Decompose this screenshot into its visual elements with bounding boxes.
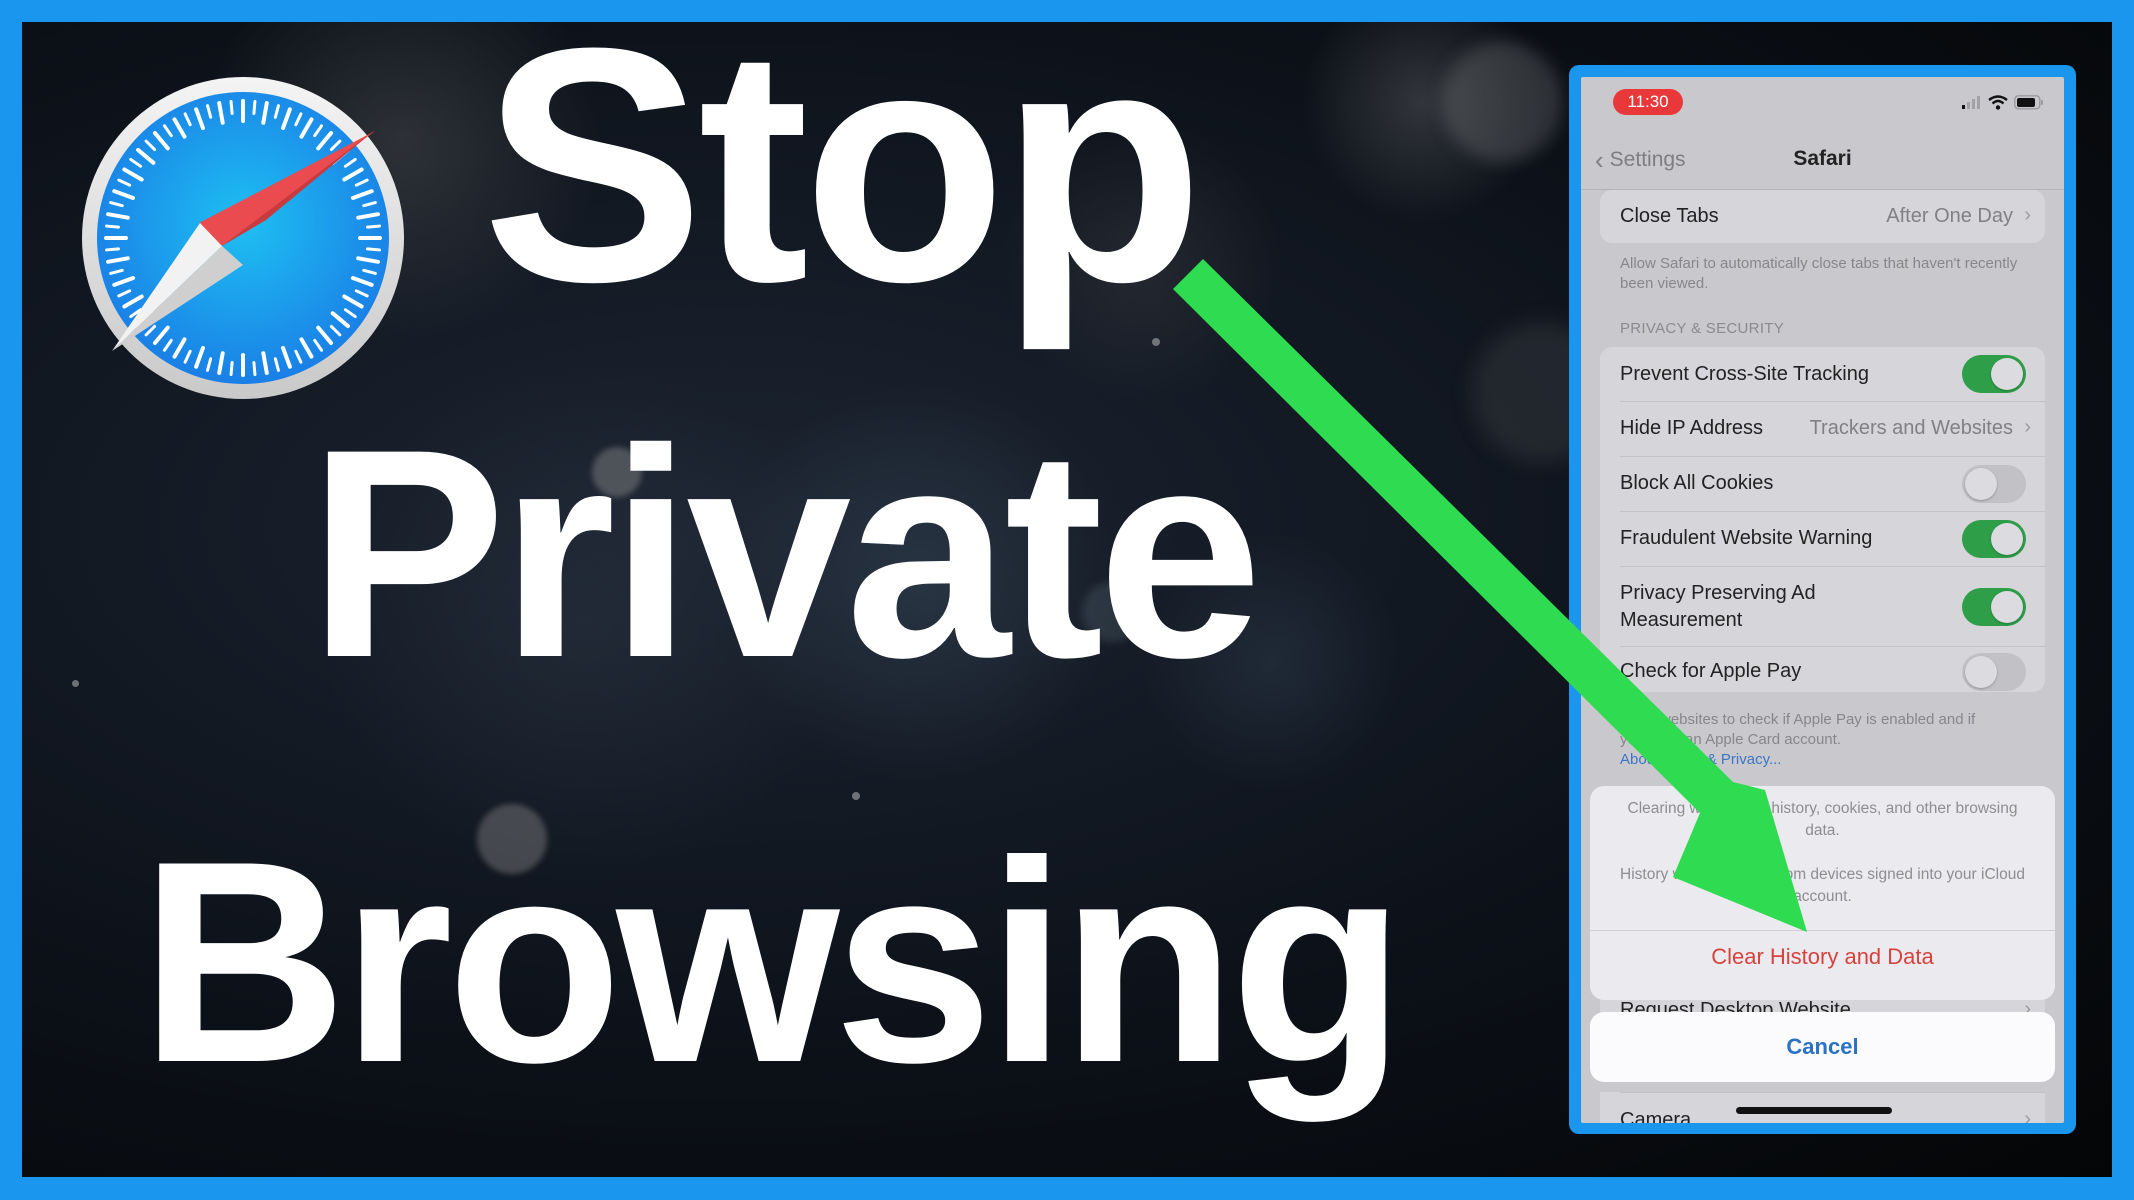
settings-row-ad-measurement[interactable]: Privacy Preserving Ad Measurement — [1600, 567, 2045, 646]
footer-line: Allow websites to check if Apple Pay is … — [1620, 711, 1976, 728]
row-label: Prevent Cross-Site Tracking — [1620, 363, 1869, 385]
settings-row-fraud-warning[interactable]: Fraudulent Website Warning — [1600, 512, 2045, 566]
toggle-prevent-tracking[interactable] — [1962, 355, 2026, 393]
row-label: Hide IP Address — [1620, 417, 1764, 439]
row-label: Fraudulent Website Warning — [1620, 527, 1873, 549]
compass-tick — [105, 247, 120, 252]
privacy-card: Prevent Cross-Site Tracking Hide IP Addr… — [1600, 347, 2045, 692]
cellular-signal-icon — [1962, 96, 1980, 109]
compass-tick — [252, 361, 257, 376]
toggle-block-cookies[interactable] — [1962, 465, 2026, 503]
footer-line: you have an Apple Card account. — [1620, 731, 1841, 748]
clear-history-button[interactable]: Clear History and Data — [1590, 944, 2055, 970]
clear-history-action-sheet: Clearing will remove history, cookies, a… — [1590, 786, 2055, 1000]
compass-tick — [366, 247, 381, 252]
safari-settings-screen: 11:30 ‹ Settings Safari Close Tabs After… — [1581, 77, 2064, 1123]
close-tabs-footer: Allow Safari to automatically close tabs… — [1620, 255, 2018, 292]
compass-tick — [229, 361, 234, 376]
page-title: Safari — [1793, 147, 1852, 170]
section-header-privacy: PRIVACY & SECURITY — [1620, 320, 1785, 337]
toggle-apple-pay[interactable] — [1962, 653, 2026, 691]
close-tabs-row[interactable]: Close Tabs After One Day › — [1600, 190, 2045, 243]
close-tabs-label: Close Tabs — [1620, 205, 1719, 227]
row-label: Camera — [1620, 1109, 1692, 1123]
compass-tick — [105, 224, 120, 229]
row-label: Block All Cookies — [1620, 472, 1774, 494]
sheet-message-2: History will be cleared from devices sig… — [1620, 866, 2025, 905]
compass-tick — [366, 224, 381, 229]
compass-tick — [252, 100, 257, 115]
wifi-icon — [1988, 94, 2008, 110]
sheet-message-1: Clearing will remove history, cookies, a… — [1627, 800, 2018, 839]
chevron-right-icon: › — [2024, 416, 2031, 438]
row-label: Privacy Preserving Ad Measurement — [1620, 582, 1816, 631]
chevron-right-icon: › — [2024, 204, 2031, 226]
bokeh-light — [1442, 42, 1562, 162]
headline-line-2: Private — [308, 387, 1263, 719]
chevron-right-icon: › — [2024, 1108, 2031, 1123]
safari-compass-icon — [82, 77, 404, 399]
home-indicator — [1736, 1107, 1892, 1114]
headline-line-1: Stop — [482, 0, 1204, 351]
toggle-ad-measurement[interactable] — [1962, 588, 2026, 626]
settings-row-apple-pay[interactable]: Check for Apple Pay — [1600, 647, 2045, 701]
settings-row-prevent-tracking[interactable]: Prevent Cross-Site Tracking — [1600, 347, 2045, 401]
apple-pay-footer: Allow websites to check if Apple Pay is … — [1620, 710, 2034, 770]
status-time: 11:30 — [1613, 89, 1683, 115]
status-icons — [1962, 92, 2044, 112]
battery-icon — [2014, 94, 2043, 110]
close-tabs-value: After One Day — [1886, 205, 2013, 227]
compass-tick — [229, 100, 234, 115]
settings-row-block-cookies[interactable]: Block All Cookies — [1600, 457, 2045, 511]
bokeh-dot — [852, 792, 860, 800]
settings-row-hide-ip[interactable]: Hide IP Address Trackers and Websites › — [1600, 402, 2045, 456]
sheet-divider — [1590, 930, 2055, 931]
headline-line-3: Browsing — [140, 801, 1405, 1122]
cancel-button[interactable]: Cancel — [1590, 1012, 2055, 1082]
toggle-fraud-warning[interactable] — [1962, 520, 2026, 558]
row-value: Trackers and Websites — [1809, 417, 2013, 439]
bokeh-dot — [72, 680, 79, 687]
about-privacy-link[interactable]: About Safari & Privacy... — [1620, 750, 2034, 770]
phone-screenshot-frame: 11:30 ‹ Settings Safari Close Tabs After… — [1569, 65, 2076, 1134]
row-label: Check for Apple Pay — [1620, 660, 1802, 682]
row-divider — [1620, 1092, 2045, 1093]
